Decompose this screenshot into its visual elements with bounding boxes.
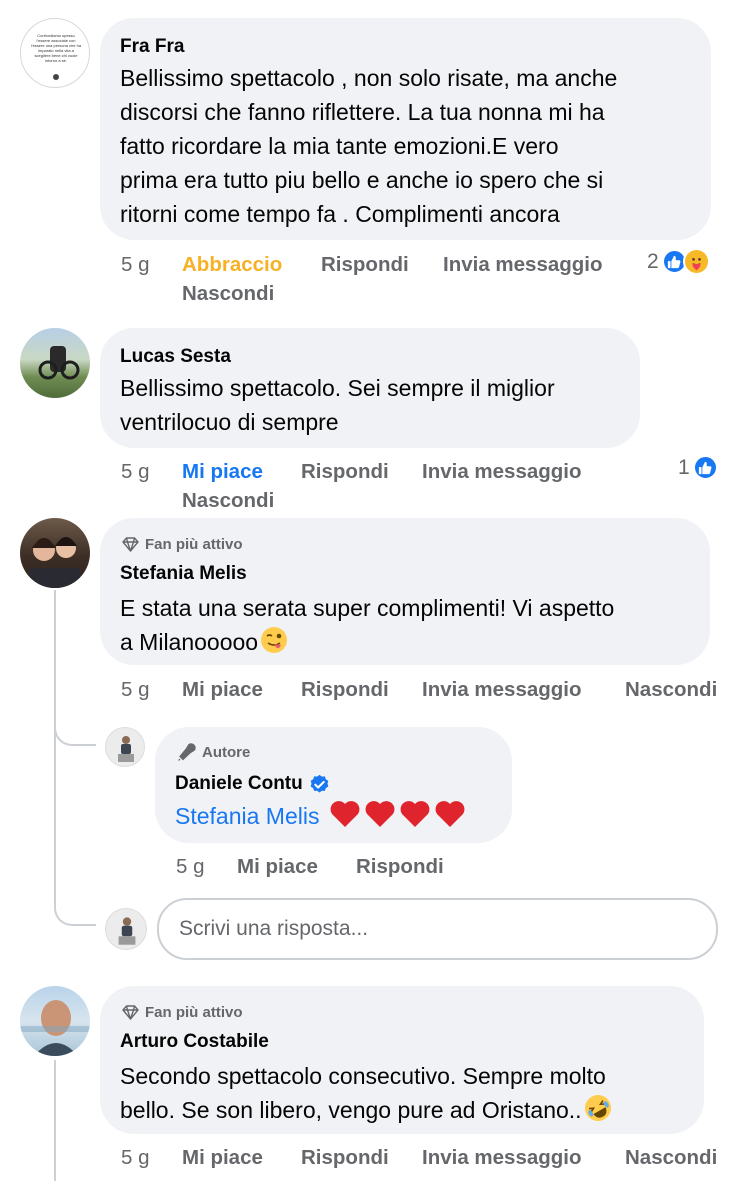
red-heart-icon bbox=[400, 801, 430, 827]
reply-author[interactable]: Daniele Contu bbox=[175, 773, 330, 795]
avatar-arturo-costabile[interactable] bbox=[20, 986, 90, 1056]
top-fan-badge: Fan più attivo bbox=[122, 536, 243, 553]
badge-label: Fan più attivo bbox=[145, 1004, 243, 1021]
diamond-icon bbox=[122, 1005, 139, 1020]
comment-line: ventrilocuo di sempre bbox=[120, 409, 339, 435]
avatar-photo-icon bbox=[30, 537, 80, 588]
comment-time[interactable]: 5 g bbox=[121, 678, 150, 702]
reply-button[interactable]: Rispondi bbox=[356, 855, 444, 879]
author-badge: Autore bbox=[177, 743, 250, 762]
avatar-dot bbox=[53, 74, 59, 80]
reply-author-name: Daniele Contu bbox=[175, 773, 303, 794]
comment-text: Bellissimo spettacolo , non solo risate,… bbox=[120, 61, 617, 231]
comment-text: Bellissimo spettacolo. Sei sempre il mig… bbox=[120, 371, 555, 439]
reply-button[interactable]: Rispondi bbox=[301, 678, 389, 702]
comment-bubble: Fan più attivo Arturo Costabile Secondo … bbox=[100, 986, 704, 1134]
comment-time[interactable]: 5 g bbox=[121, 1146, 150, 1170]
thread-branch bbox=[54, 880, 96, 926]
top-fan-badge: Fan più attivo bbox=[122, 1004, 243, 1021]
avatar-photo-icon bbox=[118, 917, 136, 945]
comment-bubble: Fan più attivo Stefania Melis E stata un… bbox=[100, 518, 710, 665]
diamond-icon bbox=[122, 537, 139, 552]
comment-line: Bellissimo spettacolo , non solo risate,… bbox=[120, 65, 618, 91]
hearts bbox=[326, 801, 466, 829]
comment-text: Secondo spettacolo consecutivo. Sempre m… bbox=[120, 1059, 612, 1127]
comment-line-text: a Milanooooo bbox=[120, 629, 259, 655]
thread-branch bbox=[54, 700, 96, 746]
care-icon bbox=[682, 248, 710, 275]
reply-bubble: Autore Daniele Contu Stefania Melis bbox=[155, 727, 512, 843]
comment-author[interactable]: Stefania Melis bbox=[120, 563, 247, 585]
reaction-count: 2 bbox=[647, 249, 659, 273]
comment-time[interactable]: 5 g bbox=[121, 253, 150, 277]
send-message-button[interactable]: Invia messaggio bbox=[422, 460, 582, 484]
reply-input[interactable]: Scrivi una risposta... bbox=[157, 898, 718, 960]
reply-text: Stefania Melis bbox=[175, 799, 466, 833]
reply-button[interactable]: Rispondi bbox=[301, 1146, 389, 1170]
comment-line: E stata una serata super complimenti! Vi… bbox=[120, 595, 615, 621]
reply-button[interactable]: Rispondi bbox=[321, 253, 409, 277]
hide-button[interactable]: Nascondi bbox=[625, 678, 717, 702]
comment-time[interactable]: 5 g bbox=[121, 460, 150, 484]
send-message-button[interactable]: Invia messaggio bbox=[422, 678, 582, 702]
winking-face-with-tongue-icon bbox=[261, 627, 288, 653]
hug-reaction-button[interactable]: Abbraccio bbox=[182, 253, 282, 277]
red-heart-icon bbox=[435, 801, 465, 827]
like-button[interactable]: Mi piace bbox=[182, 1146, 263, 1170]
comment-author[interactable]: Lucas Sesta bbox=[120, 346, 231, 368]
avatar-photo-icon bbox=[118, 736, 134, 762]
reply-input-placeholder: Scrivi una risposta... bbox=[179, 917, 369, 940]
microphone-icon bbox=[178, 743, 196, 761]
avatar-lucas-sesta[interactable] bbox=[20, 328, 90, 398]
red-heart-icon bbox=[365, 801, 395, 827]
hide-button[interactable]: Nascondi bbox=[625, 1146, 717, 1170]
rolling-on-floor-laughing-icon bbox=[584, 1095, 611, 1121]
reply-time[interactable]: 5 g bbox=[176, 855, 205, 879]
avatar-daniele-contu[interactable] bbox=[105, 727, 145, 767]
avatar-photo-icon bbox=[20, 1000, 90, 1056]
like-button[interactable]: Mi piace bbox=[237, 855, 318, 879]
reply-button[interactable]: Rispondi bbox=[301, 460, 389, 484]
thread-line bbox=[54, 1060, 56, 1181]
comment-line: Bellissimo spettacolo. Sei sempre il mig… bbox=[120, 375, 555, 401]
comment-line: prima era tutto piu bello e anche io spe… bbox=[120, 167, 604, 193]
avatar-fra-fra[interactable]: Confondiamo spesso l'essere associale co… bbox=[20, 18, 90, 88]
red-heart-icon bbox=[330, 801, 360, 827]
reaction-summary[interactable]: 1 bbox=[678, 455, 718, 480]
comment-line: a Milanooooo bbox=[120, 625, 614, 659]
like-icon bbox=[692, 455, 718, 480]
comment-text: E stata una serata super complimenti! Vi… bbox=[120, 591, 614, 659]
hide-button[interactable]: Nascondi bbox=[182, 282, 274, 306]
hide-button[interactable]: Nascondi bbox=[182, 489, 274, 513]
like-button[interactable]: Mi piace bbox=[182, 678, 263, 702]
like-button[interactable]: Mi piace bbox=[182, 460, 263, 484]
verified-badge-icon bbox=[310, 774, 329, 792]
current-user-avatar bbox=[105, 908, 147, 950]
thread-line bbox=[54, 590, 56, 890]
avatar-stefania-melis[interactable] bbox=[20, 518, 90, 588]
comment-line: Secondo spettacolo consecutivo. Sempre m… bbox=[120, 1063, 606, 1089]
reaction-count: 1 bbox=[678, 455, 690, 479]
avatar-quote-text: Confondiamo spesso l'essere associale co… bbox=[30, 33, 82, 63]
comment-author[interactable]: Fra Fra bbox=[120, 36, 184, 58]
comment-bubble: Fra Fra Bellissimo spettacolo , non solo… bbox=[100, 18, 711, 240]
comment-line: bello. Se son libero, vengo pure ad Oris… bbox=[120, 1093, 612, 1127]
avatar-photo-icon bbox=[38, 346, 80, 380]
comment-line-text: bello. Se son libero, vengo pure ad Oris… bbox=[120, 1097, 582, 1123]
send-message-button[interactable]: Invia messaggio bbox=[443, 253, 603, 277]
comment-author[interactable]: Arturo Costabile bbox=[120, 1031, 269, 1053]
comment-bubble: Lucas Sesta Bellissimo spettacolo. Sei s… bbox=[100, 328, 640, 448]
send-message-button[interactable]: Invia messaggio bbox=[422, 1146, 582, 1170]
comment-line: fatto ricordare la mia tante emozioni.E … bbox=[120, 133, 559, 159]
comment-line: ritorni come tempo fa . Complimenti anco… bbox=[120, 201, 560, 227]
badge-label: Autore bbox=[202, 744, 251, 761]
badge-label: Fan più attivo bbox=[145, 536, 243, 553]
mention-link[interactable]: Stefania Melis bbox=[175, 803, 319, 829]
comment-line: discorsi che fanno riflettere. La tua no… bbox=[120, 99, 605, 125]
reaction-summary[interactable]: 2 bbox=[647, 248, 710, 275]
